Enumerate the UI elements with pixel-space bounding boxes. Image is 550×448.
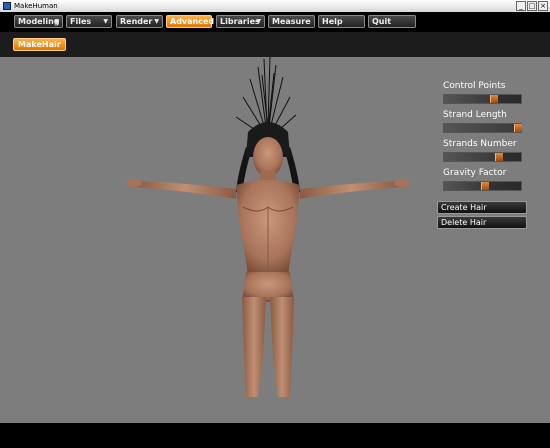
- menu-help[interactable]: Help: [318, 15, 365, 28]
- slider-label-strand-length: Strand Length: [443, 110, 507, 120]
- slider-label-strands-number: Strands Number: [443, 139, 517, 149]
- menu-render-label: Render: [120, 17, 153, 26]
- strand-length-slider[interactable]: [443, 123, 522, 133]
- window-controls: _ □ ×: [516, 1, 548, 11]
- menu-help-label: Help: [322, 17, 343, 26]
- window-title: MakeHuman: [14, 2, 58, 10]
- menu-advanced[interactable]: Advanced: [166, 15, 215, 28]
- gravity-factor-slider[interactable]: [443, 181, 522, 191]
- control-points-slider[interactable]: [443, 94, 522, 104]
- submenu-bar: MakeHair: [0, 32, 550, 57]
- dropdown-arrow-icon: ▼: [154, 18, 159, 25]
- menu-quit-label: Quit: [372, 17, 392, 26]
- slider-knob[interactable]: [495, 153, 503, 161]
- create-hair-button[interactable]: Create Hair: [437, 201, 527, 214]
- dropdown-arrow-icon: ▼: [103, 18, 108, 25]
- slider-label-control-points: Control Points: [443, 81, 506, 91]
- maximize-icon[interactable]: □: [527, 1, 537, 11]
- menu-measure[interactable]: Measure: [268, 15, 315, 28]
- main-menubar: Modeling ▼ Files ▼ Render ▼ Advanced Lib…: [0, 12, 550, 32]
- human-model[interactable]: [118, 57, 418, 402]
- menu-libraries[interactable]: Libraries ▼: [216, 15, 265, 28]
- dropdown-arrow-icon: ▼: [54, 18, 59, 25]
- slider-label-gravity-factor: Gravity Factor: [443, 168, 507, 178]
- slider-knob[interactable]: [481, 182, 489, 190]
- strands-number-slider[interactable]: [443, 152, 522, 162]
- menu-modeling-label: Modeling: [18, 17, 60, 26]
- menu-render[interactable]: Render ▼: [116, 15, 163, 28]
- close-icon[interactable]: ×: [538, 1, 548, 11]
- menu-files[interactable]: Files ▼: [66, 15, 112, 28]
- menu-files-label: Files: [70, 17, 92, 26]
- menu-libraries-label: Libraries: [220, 17, 260, 26]
- menu-measure-label: Measure: [272, 17, 311, 26]
- app-icon: [3, 2, 11, 10]
- status-bar: [0, 423, 550, 448]
- slider-knob[interactable]: [490, 95, 498, 103]
- dropdown-arrow-icon: ▼: [256, 18, 261, 25]
- menu-modeling[interactable]: Modeling ▼: [14, 15, 63, 28]
- slider-knob[interactable]: [514, 124, 522, 132]
- delete-hair-button[interactable]: Delete Hair: [437, 216, 527, 229]
- menu-advanced-label: Advanced: [170, 17, 215, 26]
- minimize-icon[interactable]: _: [516, 1, 526, 11]
- tab-makehair[interactable]: MakeHair: [13, 38, 66, 51]
- menu-quit[interactable]: Quit: [368, 15, 416, 28]
